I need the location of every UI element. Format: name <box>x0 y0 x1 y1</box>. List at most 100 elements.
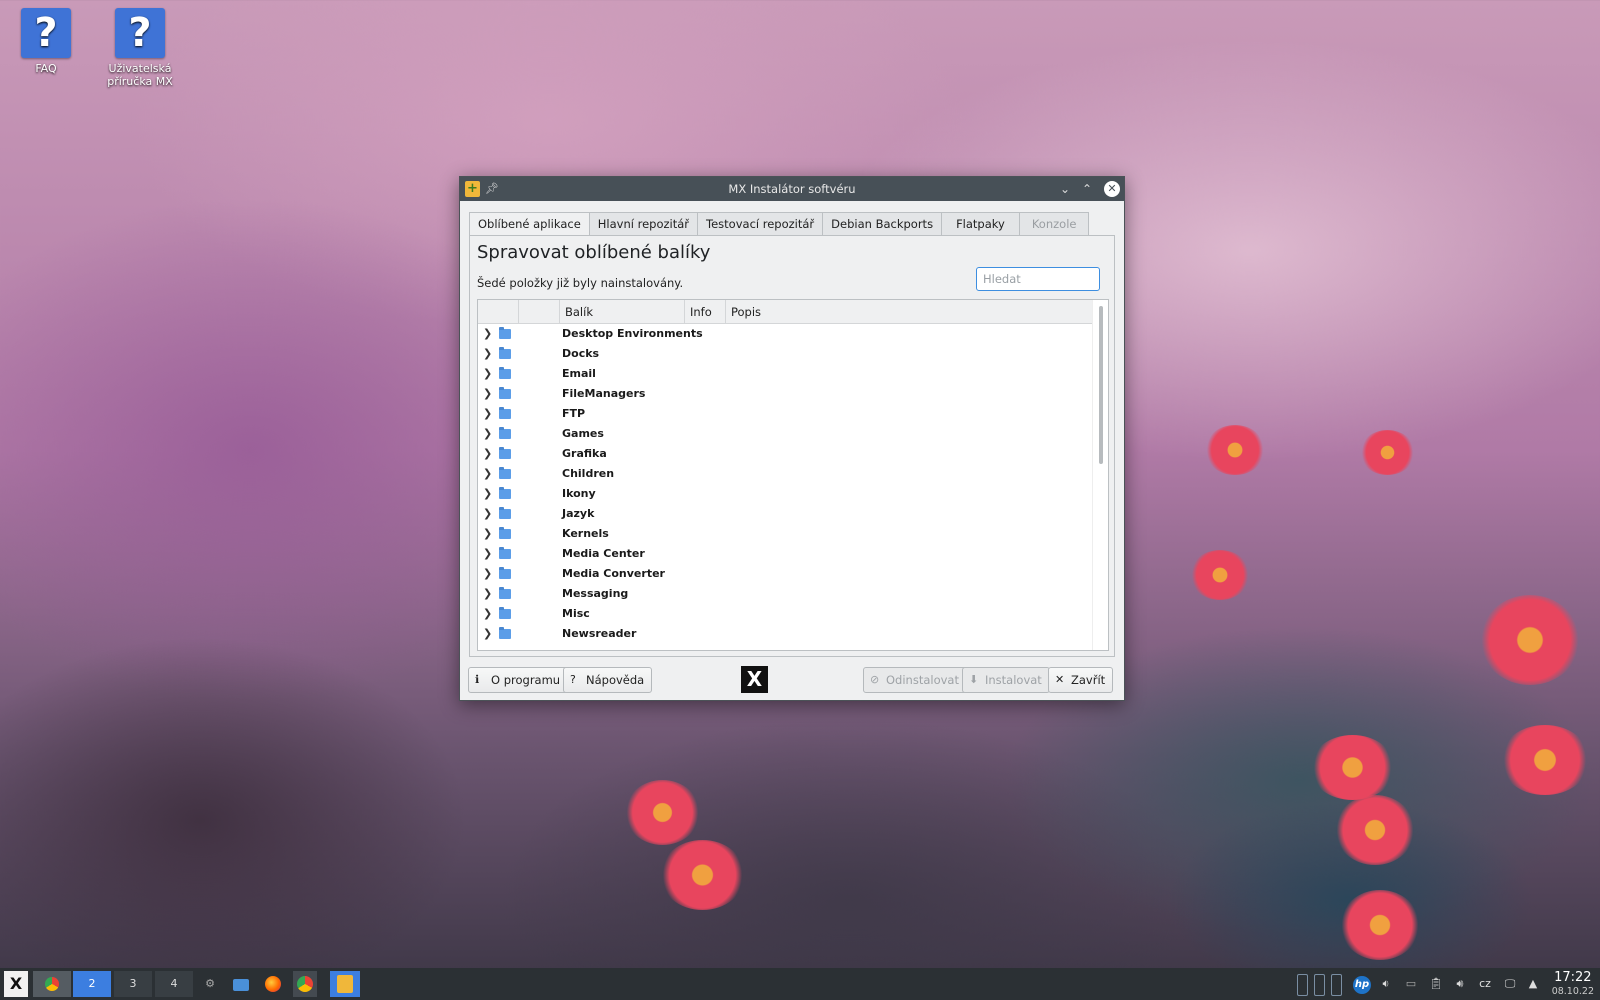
package-installer-task-icon[interactable] <box>330 971 360 997</box>
chevron-right-icon[interactable]: ❯ <box>483 544 492 564</box>
scrollbar-thumb[interactable] <box>1099 306 1103 464</box>
tree-row[interactable]: ❯ FileManagers <box>478 384 1094 404</box>
folder-icon <box>499 367 511 379</box>
vertical-scrollbar[interactable] <box>1092 300 1108 650</box>
hp-icon[interactable]: hp <box>1352 971 1372 997</box>
chevron-right-icon[interactable]: ❯ <box>483 404 492 424</box>
chevron-right-icon[interactable]: ❯ <box>483 424 492 444</box>
folder-icon <box>499 427 511 439</box>
keyboard-layout-indicator[interactable]: cz <box>1475 971 1495 997</box>
file-manager-icon[interactable] <box>231 971 251 997</box>
tab-favorite-apps[interactable]: Oblíbené aplikace <box>469 212 590 236</box>
tree-row[interactable]: ❯ Newsreader <box>478 624 1094 644</box>
column-header-info[interactable]: Info <box>685 300 726 324</box>
chevron-right-icon[interactable]: ❯ <box>483 364 492 384</box>
package-category-name: Newsreader <box>562 627 637 640</box>
tray-pager-2[interactable] <box>1314 974 1325 996</box>
folder-icon <box>499 467 511 479</box>
window-titlebar[interactable]: + 📌︎ MX Instalátor softvéru ⌄ ⌃ ✕ <box>460 177 1124 201</box>
firefox-icon[interactable] <box>262 971 284 997</box>
mx-menu-button[interactable]: X <box>4 971 28 997</box>
tray-expand-icon[interactable]: ▲ <box>1526 971 1540 997</box>
tab-bar: Oblíbené aplikace Hlavní repozitář Testo… <box>469 212 1090 236</box>
uninstall-button[interactable]: ⊘ Odinstalovat <box>863 667 967 693</box>
workspace-4[interactable]: 4 <box>155 971 193 997</box>
desktop-icon-user-manual[interactable]: ? Uživatelská příručka MX <box>100 8 180 88</box>
network-icon[interactable]: ▭ <box>1402 971 1420 997</box>
tab-main-repository[interactable]: Hlavní repozitář <box>589 212 699 236</box>
tree-row[interactable]: ❯ Grafika <box>478 444 1094 464</box>
tree-row[interactable]: ❯ Messaging <box>478 584 1094 604</box>
package-category-name: FTP <box>562 407 586 420</box>
tree-row[interactable]: ❯ Misc <box>478 604 1094 624</box>
tree-row[interactable]: ❯ Kernels <box>478 524 1094 544</box>
chevron-right-icon[interactable]: ❯ <box>483 604 492 624</box>
app-icon: + <box>465 181 480 197</box>
chevron-right-icon[interactable]: ❯ <box>483 504 492 524</box>
desktop-icon-label: FAQ <box>35 62 57 75</box>
workspace-2[interactable]: 2 <box>73 971 111 997</box>
chevron-right-icon[interactable]: ❯ <box>483 524 492 544</box>
package-category-name: Children <box>562 467 615 480</box>
help-button[interactable]: ? Nápověda <box>563 667 653 693</box>
chevron-right-icon[interactable]: ❯ <box>483 564 492 584</box>
search-input[interactable] <box>976 267 1100 291</box>
tab-debian-backports[interactable]: Debian Backports <box>823 212 943 236</box>
close-icon[interactable]: ✕ <box>1104 181 1120 197</box>
chevron-right-icon[interactable]: ❯ <box>483 384 492 404</box>
chevron-right-icon[interactable]: ❯ <box>483 344 492 364</box>
tree-row[interactable]: ❯ Children <box>478 464 1094 484</box>
tree-row[interactable]: ❯ Media Converter <box>478 564 1094 584</box>
uninstall-button-label: Odinstalovat <box>886 673 959 687</box>
tab-flatpaks[interactable]: Flatpaky <box>942 212 1020 236</box>
tab-test-repository[interactable]: Testovací repozitář <box>698 212 824 236</box>
chevron-right-icon[interactable]: ❯ <box>483 324 492 344</box>
tree-row[interactable]: ❯ Email <box>478 364 1094 384</box>
tree-row[interactable]: ❯ Media Center <box>478 544 1094 564</box>
chevron-right-icon[interactable]: ❯ <box>483 624 492 644</box>
chrome-icon[interactable] <box>293 971 317 997</box>
maximize-icon[interactable]: ⌃ <box>1078 177 1096 201</box>
tree-row[interactable]: ❯ Ikony <box>478 484 1094 504</box>
column-header-check[interactable] <box>519 300 560 324</box>
install-button-label: Instalovat <box>985 673 1042 687</box>
settings-icon[interactable]: ⚙ <box>202 971 218 997</box>
chevron-right-icon[interactable]: ❯ <box>483 484 492 504</box>
package-category-name: Media Converter <box>562 567 665 580</box>
package-category-name: Email <box>562 367 596 380</box>
block-icon: ⊘ <box>870 673 880 686</box>
clock[interactable]: 17:22 08.10.22 <box>1552 970 1594 997</box>
package-category-name: Messaging <box>562 587 629 600</box>
close-icon: ✕ <box>1055 673 1065 686</box>
close-button[interactable]: ✕ Zavřít <box>1048 667 1114 693</box>
wallpaper-flower <box>1310 735 1395 800</box>
tree-row[interactable]: ❯ Games <box>478 424 1094 444</box>
display-icon[interactable]: 🖵︎ <box>1502 971 1518 997</box>
install-button[interactable]: ⬇ Instalovat <box>962 667 1050 693</box>
package-tree: Balík Info Popis ❯ Desktop Environments ❯ D… <box>477 299 1109 651</box>
tree-row[interactable]: ❯ Jazyk <box>478 504 1094 524</box>
chrome-task-icon[interactable] <box>33 971 71 997</box>
tray-pager-1[interactable] <box>1297 974 1308 996</box>
desktop-icon-faq[interactable]: ? FAQ <box>6 8 86 75</box>
chevron-right-icon[interactable]: ❯ <box>483 584 492 604</box>
chevron-right-icon[interactable]: ❯ <box>483 444 492 464</box>
workspace-3[interactable]: 3 <box>114 971 152 997</box>
pin-icon[interactable]: 📌︎ <box>485 177 499 201</box>
clock-time: 17:22 <box>1554 970 1592 985</box>
tree-row[interactable]: ❯ FTP <box>478 404 1094 424</box>
tree-row[interactable]: ❯ Docks <box>478 344 1094 364</box>
speaker-icon[interactable]: 🔊︎ <box>1452 971 1468 997</box>
column-header-expand[interactable] <box>478 300 519 324</box>
tray-pager-3[interactable] <box>1331 974 1342 996</box>
volume-control-icon[interactable]: 🔉︎ <box>1378 971 1394 997</box>
about-button[interactable]: ℹ O programu <box>468 667 569 693</box>
chevron-right-icon[interactable]: ❯ <box>483 464 492 484</box>
column-header-description[interactable]: Popis <box>726 300 1094 324</box>
window-title: MX Instalátor softvéru <box>728 182 856 196</box>
minimize-icon[interactable]: ⌄ <box>1056 177 1074 201</box>
column-header-package[interactable]: Balík <box>560 300 685 324</box>
page-title: Spravovat oblíbené balíky <box>477 242 711 263</box>
tree-row[interactable]: ❯ Desktop Environments <box>478 324 1094 344</box>
clipboard-icon[interactable]: 📋︎ <box>1428 971 1444 997</box>
